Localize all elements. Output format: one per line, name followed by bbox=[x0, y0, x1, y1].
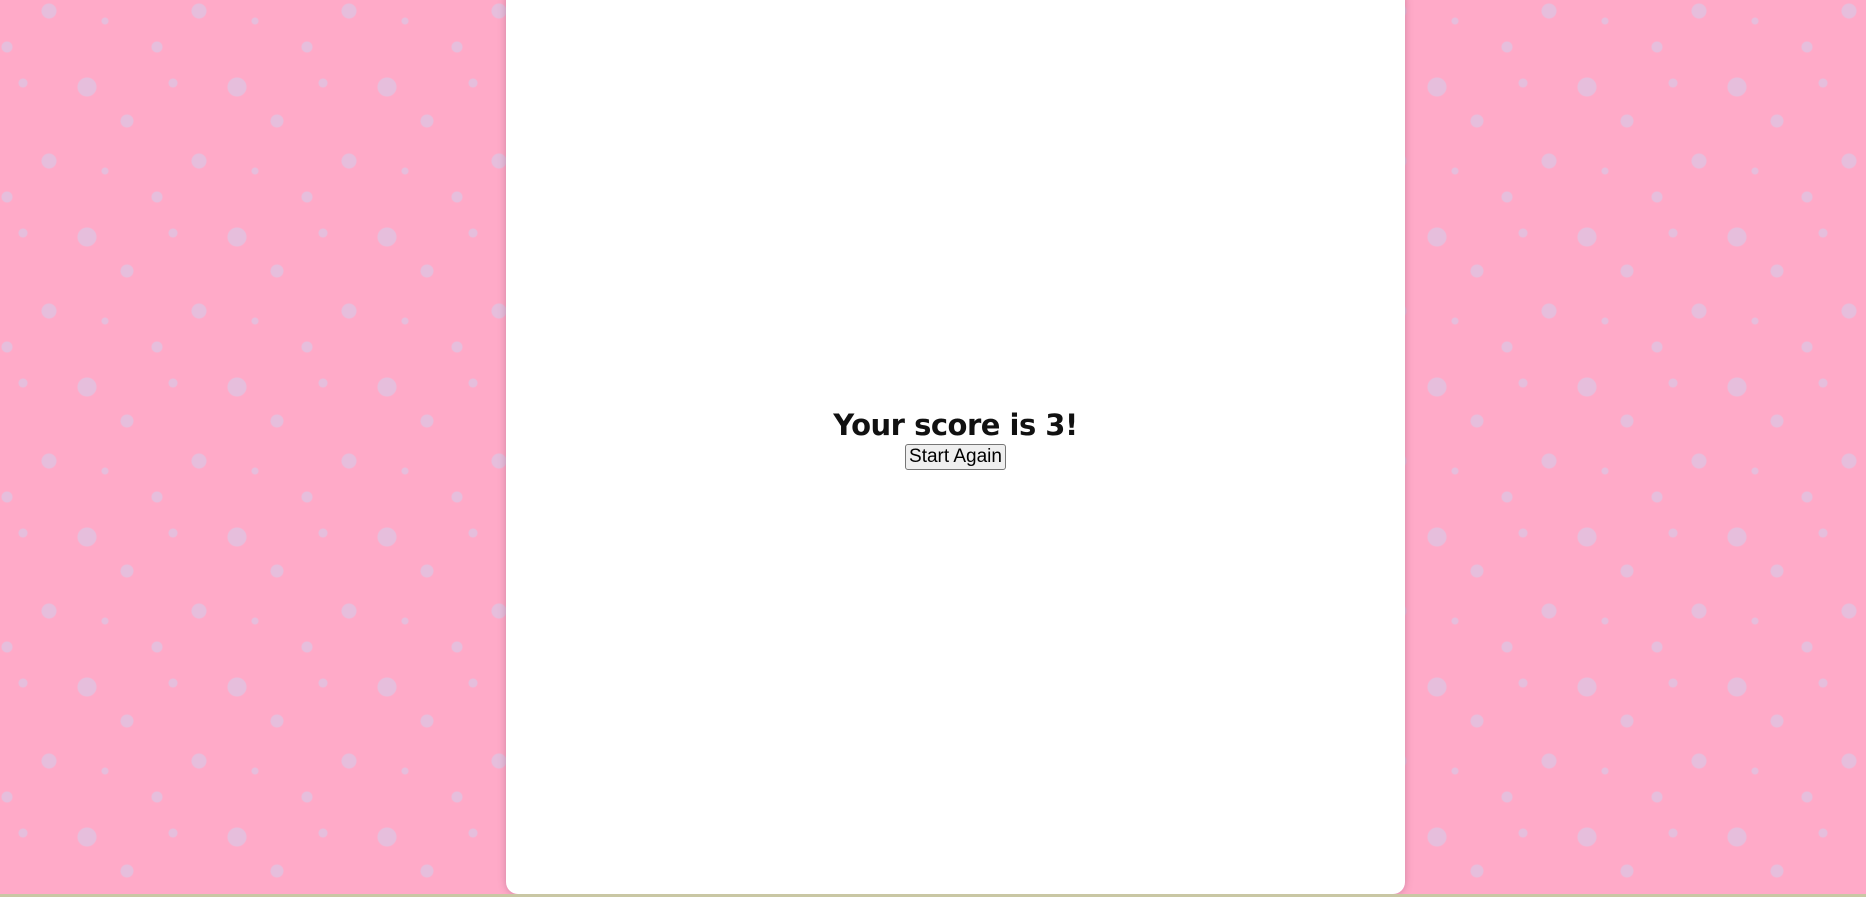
page-background: { "game": { "score_message": "Your score… bbox=[0, 0, 1866, 897]
start-again-button[interactable]: Start Again bbox=[905, 444, 1006, 470]
score-message: Your score is 3! bbox=[833, 408, 1078, 442]
result-box: Your score is 3! Start Again bbox=[833, 408, 1078, 470]
game-panel: Your score is 3! Start Again bbox=[506, 0, 1405, 894]
